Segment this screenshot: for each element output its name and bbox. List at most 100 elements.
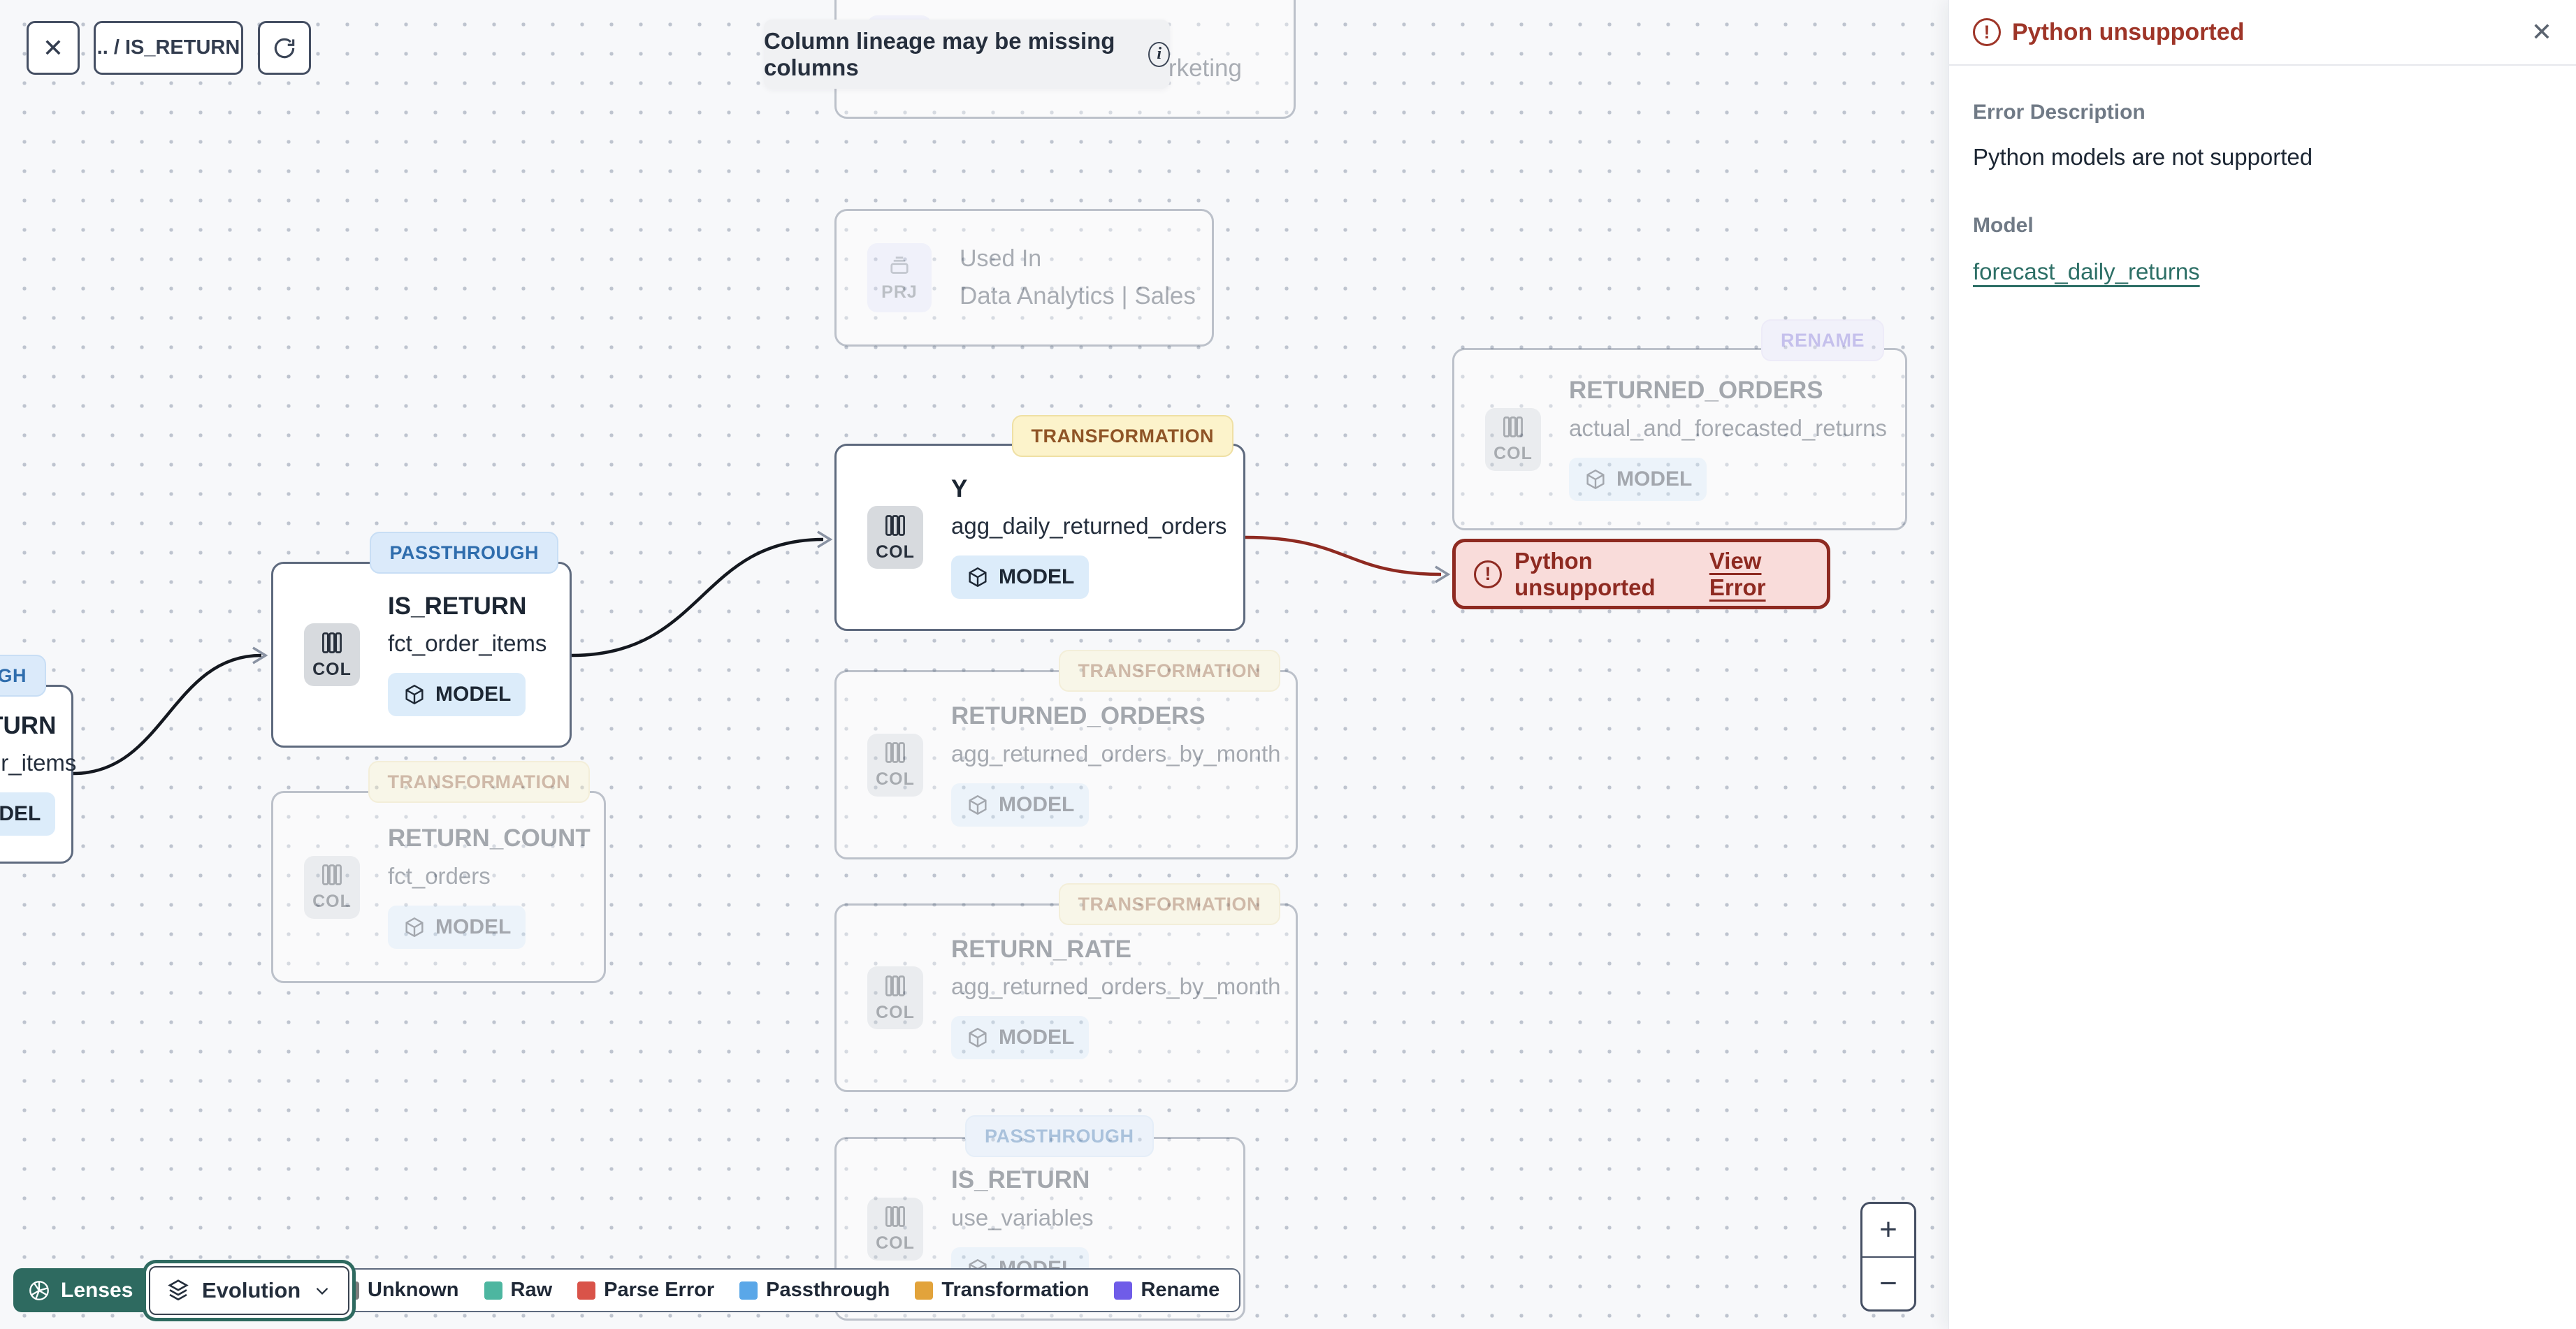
- legend-swatch: [915, 1281, 934, 1300]
- model-chip: MODEL: [388, 905, 526, 949]
- column-chip: COL: [1485, 407, 1541, 471]
- error-description-label: Error Description: [1973, 101, 2146, 124]
- project-chip: PRJ: [867, 243, 932, 312]
- chip-kind-label: COL: [1493, 444, 1533, 463]
- node-subtitle: agg_returned_orders_by_month: [951, 740, 1281, 767]
- legend-item: Rename: [1114, 1279, 1220, 1302]
- node-title: Used In: [960, 245, 1042, 272]
- info-icon[interactable]: i: [1148, 41, 1170, 67]
- minus-icon: −: [1879, 1265, 1897, 1300]
- error-panel: ! Python unsupported ✕ Error Description…: [1948, 0, 2576, 1329]
- error-panel-title-row: ! Python unsupported: [1973, 18, 2244, 46]
- legend-label: Unknown: [368, 1279, 459, 1301]
- columns-icon: [885, 975, 905, 996]
- arrowhead-icon: [817, 530, 833, 549]
- column-chip: COL: [867, 506, 923, 569]
- edge-type-legend: Unknown Raw Parse Error Passthrough Tran…: [320, 1268, 1241, 1312]
- node-subtitle: agg_returned_orders_by_month: [951, 973, 1281, 1000]
- edge-type-badge: PASSTHROUGH: [965, 1115, 1154, 1157]
- close-lineage-button[interactable]: ✕: [27, 21, 80, 75]
- aperture-icon: [29, 1280, 49, 1300]
- column-chip: COL: [867, 733, 923, 797]
- lineage-node-used-in-sales[interactable]: PRJ Used In Data Analytics | Sales: [834, 209, 1214, 347]
- node-subtitle: use_variables: [951, 1204, 1094, 1230]
- chip-kind-label: COL: [876, 542, 915, 562]
- node-title: IS_RETURN: [951, 1166, 1090, 1194]
- layers-icon: [168, 1279, 189, 1301]
- node-title: IS_RETURN: [0, 711, 57, 739]
- model-chip-label: MODEL: [999, 792, 1075, 816]
- error-callout-text: Python unsupported: [1514, 547, 1656, 600]
- chip-kind-label: COL: [876, 1002, 915, 1022]
- legend-label: Transformation: [941, 1279, 1090, 1301]
- lineage-node-return-count[interactable]: TRANSFORMATION COL RETURN_COUNT fct_orde…: [271, 761, 606, 983]
- refresh-button[interactable]: [258, 21, 311, 75]
- node-subtitle: agg_daily_returned_orders: [951, 513, 1227, 539]
- lineage-node-is-return-fct-order-items[interactable]: PASSTHROUGH COL IS_RETURN fct_order_item…: [271, 532, 572, 748]
- column-chip: COL: [304, 623, 360, 686]
- cube-icon: [969, 567, 987, 588]
- model-chip-label: MODEL: [435, 915, 512, 938]
- legend-swatch: [1114, 1281, 1133, 1300]
- legend-label: Raw: [510, 1279, 553, 1301]
- arrowhead-icon: [252, 646, 268, 664]
- zoom-out-button[interactable]: −: [1862, 1258, 1914, 1310]
- node-title: RETURNED_ORDERS: [951, 702, 1206, 730]
- legend-item: Transformation: [915, 1279, 1089, 1302]
- error-description-text: Python models are not supported: [1973, 144, 2313, 170]
- edge-type-badge: PASSTHROUGH: [370, 532, 558, 574]
- legend-swatch: [484, 1281, 502, 1300]
- legend-label: Rename: [1141, 1279, 1220, 1301]
- zoom-in-button[interactable]: +: [1862, 1204, 1914, 1258]
- error-callout[interactable]: ! Python unsupported View Error: [1452, 539, 1830, 609]
- columns-icon: [885, 1206, 905, 1227]
- legend-swatch: [739, 1281, 758, 1300]
- chip-kind-label: COL: [312, 659, 352, 679]
- model-chip: MODEL: [1569, 457, 1707, 501]
- legend-label: Passthrough: [766, 1279, 890, 1301]
- model-chip-label: MODEL: [435, 683, 512, 706]
- edge-offscreen-to-fct: [73, 653, 262, 776]
- node-title: RETURN_COUNT: [388, 825, 591, 852]
- model-chip-label: MODEL: [0, 802, 41, 826]
- lenses-label: Lenses: [61, 1278, 133, 1302]
- columns-icon: [885, 742, 905, 763]
- edge-type-badge: TRANSFORMATION: [368, 761, 590, 803]
- alert-circle-icon: !: [1973, 18, 2001, 46]
- model-chip-label: MODEL: [999, 565, 1075, 589]
- lineage-node-y[interactable]: TRANSFORMATION COL Y agg_daily_returned_…: [834, 415, 1245, 631]
- columns-icon: [322, 864, 342, 885]
- columns-icon: [1503, 416, 1523, 437]
- lineage-node-returned-orders-month[interactable]: TRANSFORMATION COL RETURNED_ORDERS agg_r…: [834, 650, 1298, 859]
- node-title: Y: [951, 474, 968, 502]
- edge-fct-to-y: [571, 537, 824, 658]
- edge-type-badge: TRANSFORMATION: [1058, 650, 1280, 692]
- chevron-down-icon: [316, 1288, 328, 1295]
- lineage-node-returned-orders-forecasted[interactable]: RENAME COL RETURNED_ORDERS actual_and_fo…: [1452, 319, 1907, 530]
- lens-mode-select[interactable]: Evolution: [149, 1266, 350, 1315]
- project-stack-icon: [890, 256, 909, 274]
- legend-label: Parse Error: [604, 1279, 715, 1301]
- breadcrumb[interactable]: .. / IS_RETURN: [94, 21, 243, 75]
- node-subtitle: fct_order_items: [388, 630, 547, 657]
- panel-close-icon[interactable]: ✕: [2531, 20, 2552, 45]
- lineage-warning-toast: Column lineage may be missing columns i: [764, 20, 1170, 89]
- view-error-link[interactable]: View Error: [1709, 548, 1809, 601]
- edge-y-to-error: [1245, 535, 1442, 576]
- edge-type-badge: PASSTHROUGH: [0, 655, 46, 697]
- model-chip: MODEL: [951, 1016, 1090, 1060]
- lenses-button[interactable]: Lenses: [13, 1268, 152, 1312]
- chip-kind-label: PRJ: [881, 282, 918, 302]
- model-link[interactable]: forecast_daily_returns: [1973, 259, 2200, 285]
- lineage-node-is-return-offscreen[interactable]: PASSTHROUGH COL IS_RETURN fct_order_item…: [0, 655, 77, 864]
- lens-mode-value: Evolution: [202, 1278, 301, 1302]
- legend-item: Passthrough: [739, 1279, 890, 1302]
- model-chip: MODEL: [0, 792, 56, 836]
- columns-icon: [322, 632, 342, 653]
- node-subtitle: fct_order_items: [0, 750, 77, 776]
- lineage-node-return-rate[interactable]: TRANSFORMATION COL RETURN_RATE agg_retur…: [834, 883, 1298, 1092]
- model-chip-label: MODEL: [999, 1026, 1075, 1050]
- plus-icon: +: [1879, 1212, 1897, 1247]
- legend-item: Unknown: [341, 1279, 459, 1302]
- error-panel-header: ! Python unsupported ✕: [1949, 0, 2576, 66]
